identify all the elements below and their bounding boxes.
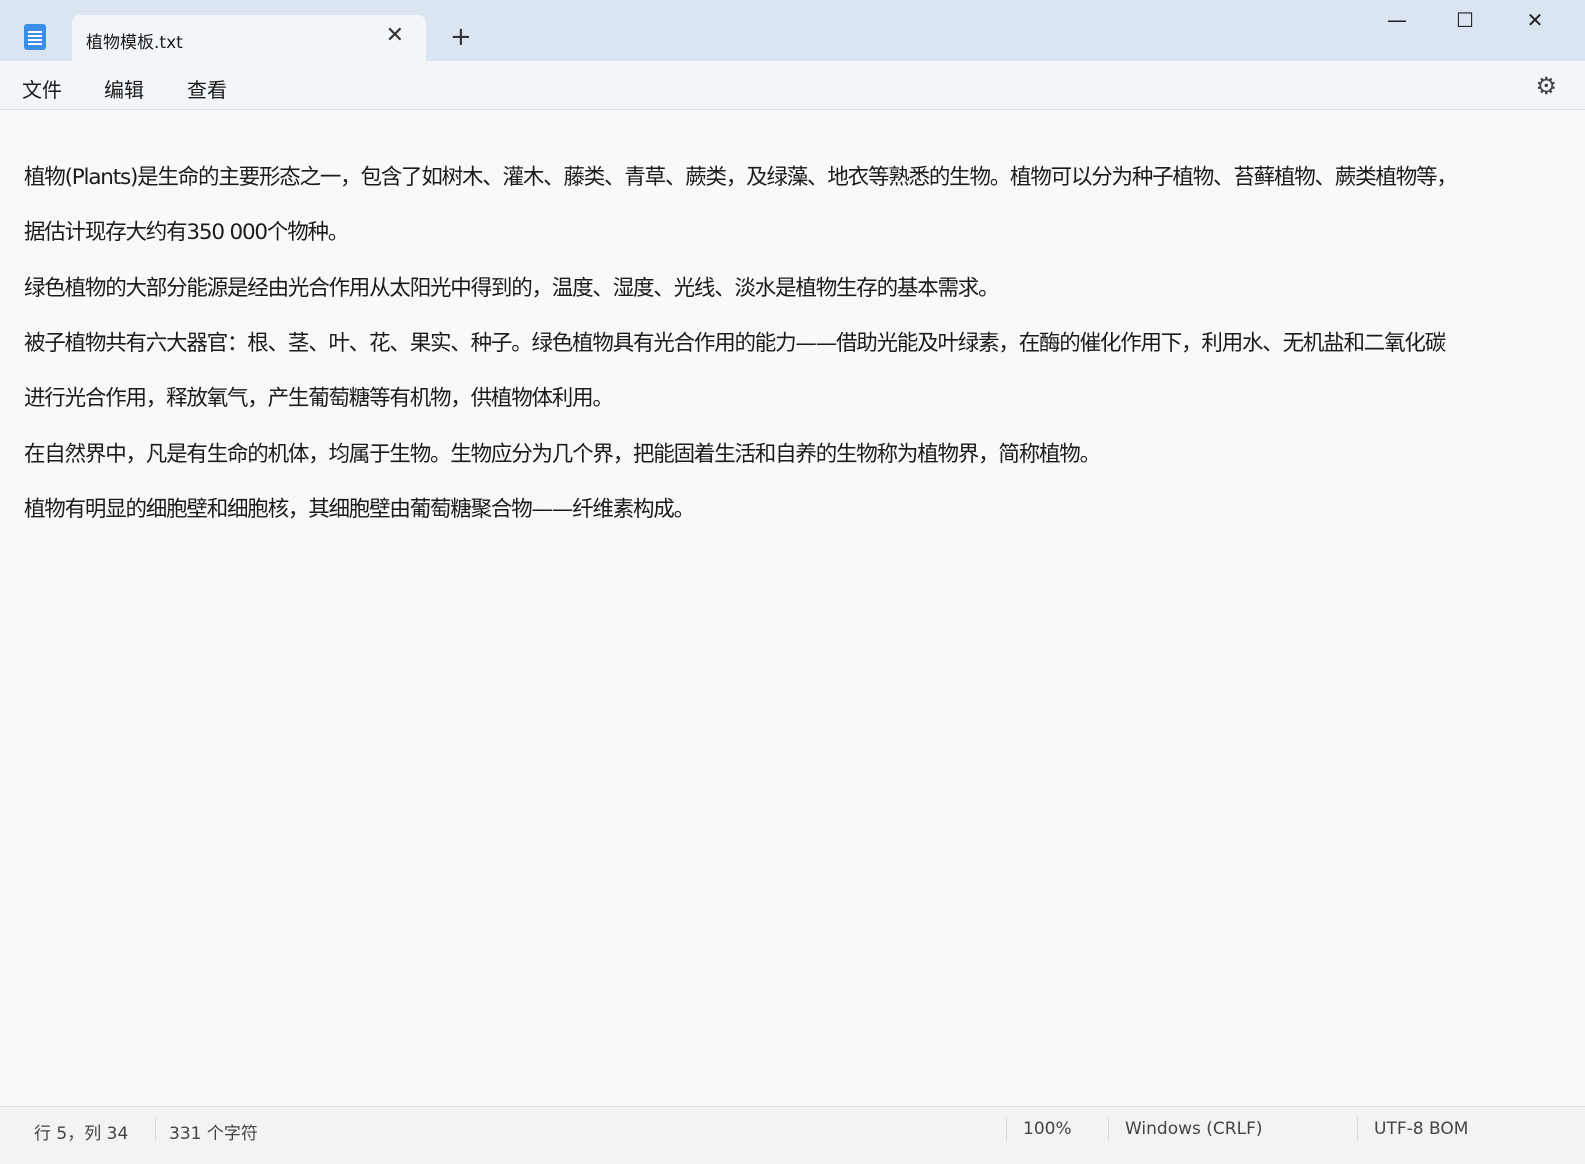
minimize-button[interactable]: — <box>1367 8 1427 32</box>
text-line: 植物有明显的细胞壁和细胞核，其细胞壁由葡萄糖聚合物——纤维素构成。 <box>24 497 695 523</box>
encoding[interactable]: UTF-8 BOM <box>1374 1119 1468 1139</box>
text-line: 在自然界中，凡是有生命的机体，均属于生物。生物应分为几个界，把能固着生活和自养的… <box>24 441 1101 467</box>
tab-title: 植物模板.txt <box>86 33 183 53</box>
notepad-app-icon <box>24 24 46 50</box>
line-ending[interactable]: Windows (CRLF) <box>1125 1119 1263 1139</box>
text-editor[interactable]: 植物(Plants)是生命的主要形态之一，包含了如树木、灌木、藤类、青草、蕨类，… <box>24 136 1458 552</box>
text-line: 绿色植物的大部分能源是经由光合作用从太阳光中得到的，温度、湿度、光线、淡水是植物… <box>24 275 1000 301</box>
menu-view[interactable]: 查看 <box>187 74 227 103</box>
status-bar: 行 5，列 34 331 个字符 100% Windows (CRLF) UTF… <box>0 1106 1585 1164</box>
settings-gear-icon[interactable]: ⚙ <box>1535 72 1557 100</box>
text-line: 被子植物共有六大器官：根、茎、叶、花、果实、种子。绿色植物具有光合作用的能力——… <box>24 330 1446 356</box>
divider <box>1108 1117 1109 1141</box>
divider <box>1006 1117 1007 1141</box>
text-line: 据估计现存大约有350 000个物种。 <box>24 220 349 246</box>
menu-bar: 文件 编辑 查看 ⚙ <box>0 61 1585 110</box>
cursor-position: 行 5，列 34 <box>34 1124 129 1144</box>
tab-close-icon[interactable]: ✕ <box>386 23 404 48</box>
new-tab-button[interactable]: + <box>450 22 472 52</box>
maximize-button[interactable]: ☐ <box>1435 8 1495 32</box>
menu-edit[interactable]: 编辑 <box>104 74 144 103</box>
tab-active[interactable]: 植物模板.txt ✕ <box>72 15 426 61</box>
divider <box>155 1117 156 1141</box>
zoom-level[interactable]: 100% <box>1023 1119 1072 1139</box>
text-line: 植物(Plants)是生命的主要形态之一，包含了如树木、灌木、藤类、青草、蕨类，… <box>24 164 1458 190</box>
title-bar: 植物模板.txt ✕ + — ☐ ✕ <box>0 0 1585 61</box>
close-button[interactable]: ✕ <box>1505 8 1565 32</box>
divider <box>1357 1117 1358 1141</box>
text-line: 进行光合作用，释放氧气，产生葡萄糖等有机物，供植物体利用。 <box>24 386 614 412</box>
character-count: 331 个字符 <box>169 1124 258 1144</box>
menu-file[interactable]: 文件 <box>22 74 62 103</box>
